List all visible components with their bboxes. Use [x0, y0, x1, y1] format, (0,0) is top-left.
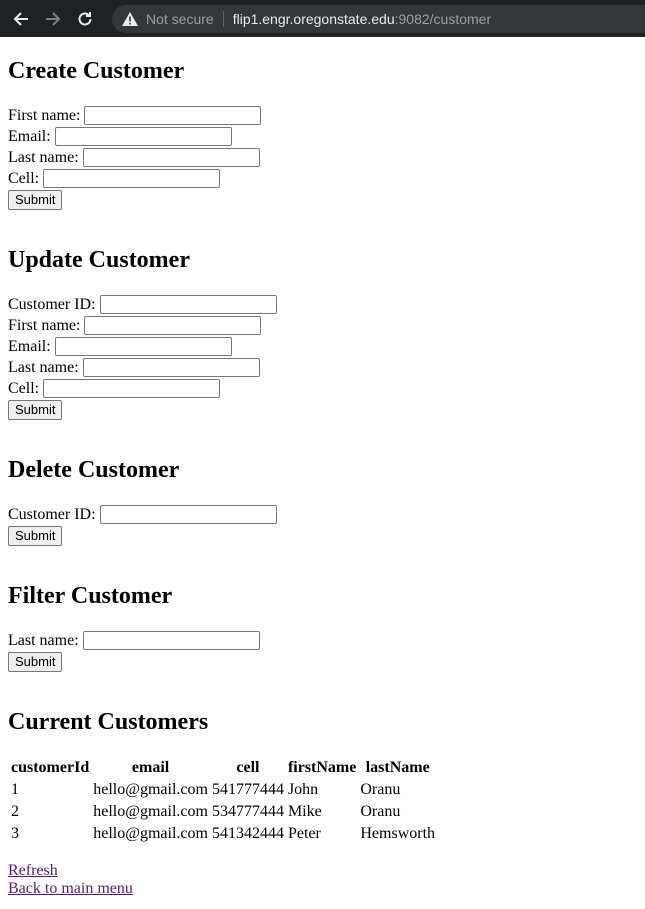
refresh-link[interactable]: Refresh [8, 862, 637, 880]
back-to-main-menu-link[interactable]: Back to main menu [8, 880, 637, 898]
table-row: 1 hello@gmail.com 541777444 John Oranu [10, 780, 436, 800]
update-last-name-input[interactable] [82, 358, 260, 377]
table-cell: Oranu [360, 803, 401, 820]
filter-customer-heading: Filter Customer [8, 583, 173, 609]
cell-label: Cell: [8, 379, 40, 397]
first-name-label: First name: [8, 316, 81, 334]
table-cell: Mike [287, 803, 322, 820]
warning-icon[interactable] [122, 11, 138, 26]
update-first-name-input[interactable] [84, 316, 262, 335]
table-header-row: customerId email cell firstName lastName [10, 758, 436, 778]
table-cell: 2 [11, 803, 19, 820]
forward-arrow-icon[interactable] [40, 6, 66, 32]
table-cell: 541777444 [211, 781, 284, 798]
create-first-name-input[interactable] [84, 106, 262, 125]
update-customer-heading: Update Customer [8, 247, 190, 273]
create-email-input[interactable] [54, 127, 232, 146]
table-cell: 534777444 [211, 803, 284, 820]
customer-id-label: Customer ID: [8, 295, 96, 313]
column-header: firstName [287, 759, 357, 776]
reload-icon[interactable] [72, 6, 98, 32]
filter-submit-button[interactable]: Submit [8, 651, 63, 672]
address-bar[interactable]: Not secure flip1.engr.oregonstate.edu:90… [112, 4, 645, 33]
update-submit-button[interactable]: Submit [8, 399, 63, 420]
table-cell: hello@gmail.com [93, 803, 208, 820]
update-customer-section: Update Customer Customer ID: First name:… [8, 246, 637, 420]
table-cell: 541342444 [211, 825, 284, 842]
table-row: 3 hello@gmail.com 541342444 Peter Hemswo… [10, 824, 436, 844]
table-cell: Oranu [360, 781, 401, 798]
update-cell-input[interactable] [43, 379, 221, 398]
table-row: 2 hello@gmail.com 534777444 Mike Oranu [10, 802, 436, 822]
page-content: Create Customer First name: Email: Last … [0, 37, 645, 898]
filter-last-name-input[interactable] [82, 631, 260, 650]
create-customer-section: Create Customer First name: Email: Last … [8, 37, 637, 210]
delete-customer-heading: Delete Customer [8, 457, 180, 483]
table-cell: 1 [11, 781, 19, 798]
create-customer-heading: Create Customer [8, 58, 185, 84]
table-cell: hello@gmail.com [93, 781, 208, 798]
delete-customer-section: Delete Customer Customer ID: Submit [8, 456, 637, 546]
last-name-label: Last name: [8, 631, 79, 649]
table-cell: 3 [11, 825, 19, 842]
last-name-label: Last name: [8, 358, 79, 376]
create-last-name-input[interactable] [82, 148, 260, 167]
table-cell: hello@gmail.com [93, 825, 208, 842]
browser-toolbar: Not secure flip1.engr.oregonstate.edu:90… [0, 0, 645, 37]
filter-customer-section: Filter Customer Last name: Submit [8, 582, 637, 672]
url-path: :9082/customer [394, 10, 492, 27]
address-separator [222, 10, 224, 27]
first-name-label: First name: [8, 106, 81, 124]
email-label: Email: [8, 127, 51, 145]
customer-id-label: Customer ID: [8, 505, 96, 523]
update-email-input[interactable] [54, 337, 232, 356]
column-header: cell [236, 759, 260, 776]
create-submit-button[interactable]: Submit [8, 189, 63, 210]
delete-submit-button[interactable]: Submit [8, 525, 63, 546]
column-header: customerId [11, 759, 90, 776]
current-customers-section: Current Customers customerId email cell … [8, 708, 637, 846]
table-cell: John [287, 781, 319, 798]
create-cell-input[interactable] [43, 169, 221, 188]
column-header: lastName [365, 759, 430, 776]
delete-customer-id-input[interactable] [99, 505, 277, 524]
current-customers-heading: Current Customers [8, 709, 209, 735]
table-cell: Hemsworth [360, 825, 436, 842]
not-secure-label[interactable]: Not secure [146, 11, 214, 27]
url-host: flip1.engr.oregonstate.edu [232, 10, 395, 27]
update-customer-id-input[interactable] [99, 295, 277, 314]
table-cell: Peter [287, 825, 321, 842]
email-label: Email: [8, 337, 51, 355]
last-name-label: Last name: [8, 148, 79, 166]
column-header: email [131, 759, 170, 776]
back-arrow-icon[interactable] [8, 6, 34, 32]
cell-label: Cell: [8, 169, 40, 187]
customers-table: customerId email cell firstName lastName… [8, 756, 438, 846]
